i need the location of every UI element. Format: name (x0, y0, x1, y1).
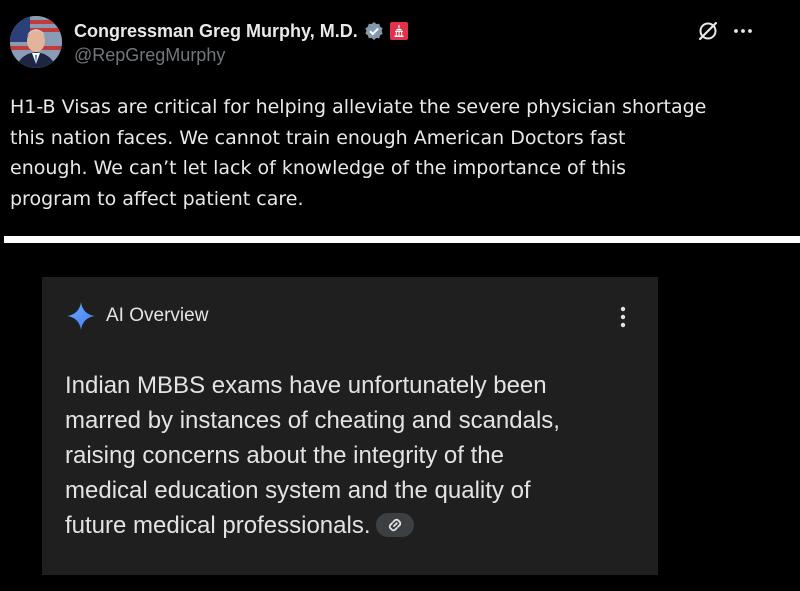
ai-overview-line: raising concerns about the integrity of … (65, 442, 504, 469)
ai-overview-title: AI Overview (106, 305, 209, 326)
tweet-text: H1-B Visas are critical for helping alle… (10, 92, 780, 214)
ai-overview-body: Indian MBBS exams have unfortunately bee… (65, 368, 645, 543)
verified-badge-icon[interactable] (364, 21, 384, 41)
source-link-button[interactable] (376, 512, 415, 537)
divider (4, 236, 800, 243)
more-horizontal-icon[interactable] (732, 20, 754, 42)
gemini-sparkle-icon (66, 301, 96, 331)
grok-icon[interactable] (697, 20, 719, 42)
ai-overview-line: marred by instances of cheating and scan… (65, 407, 560, 434)
tweet-text-line: enough. We can’t let lack of knowledge o… (10, 157, 627, 179)
ai-overview-header: AI Overview (66, 301, 208, 331)
ai-overview-line: Indian MBBS exams have unfortunately bee… (65, 372, 547, 399)
author-name-row: Congressman Greg Murphy, M.D. (74, 19, 408, 43)
tweet-text-line: H1-B Visas are critical for helping alle… (10, 96, 707, 118)
tweet-text-line: this nation faces. We cannot train enoug… (10, 126, 626, 149)
tweet: Congressman Greg Murphy, M.D. @RepGregMu… (0, 0, 800, 236)
ai-overview-card: AI Overview Indian MBBS exams have unfor… (42, 277, 658, 575)
avatar[interactable] (10, 16, 62, 68)
ai-overview-line: medical education system and the quality… (65, 477, 531, 504)
kebab-menu-icon[interactable] (614, 305, 632, 329)
tweet-text-line: program to affect patient care. (10, 187, 304, 210)
link-icon (389, 518, 402, 531)
author-handle[interactable]: @RepGregMurphy (74, 45, 225, 66)
ai-overview-last-line-row: future medical professionals. (65, 508, 645, 543)
author-display-name[interactable]: Congressman Greg Murphy, M.D. (74, 21, 358, 42)
government-affiliation-icon[interactable] (389, 22, 408, 40)
ai-overview-line: future medical professionals. (65, 512, 371, 539)
